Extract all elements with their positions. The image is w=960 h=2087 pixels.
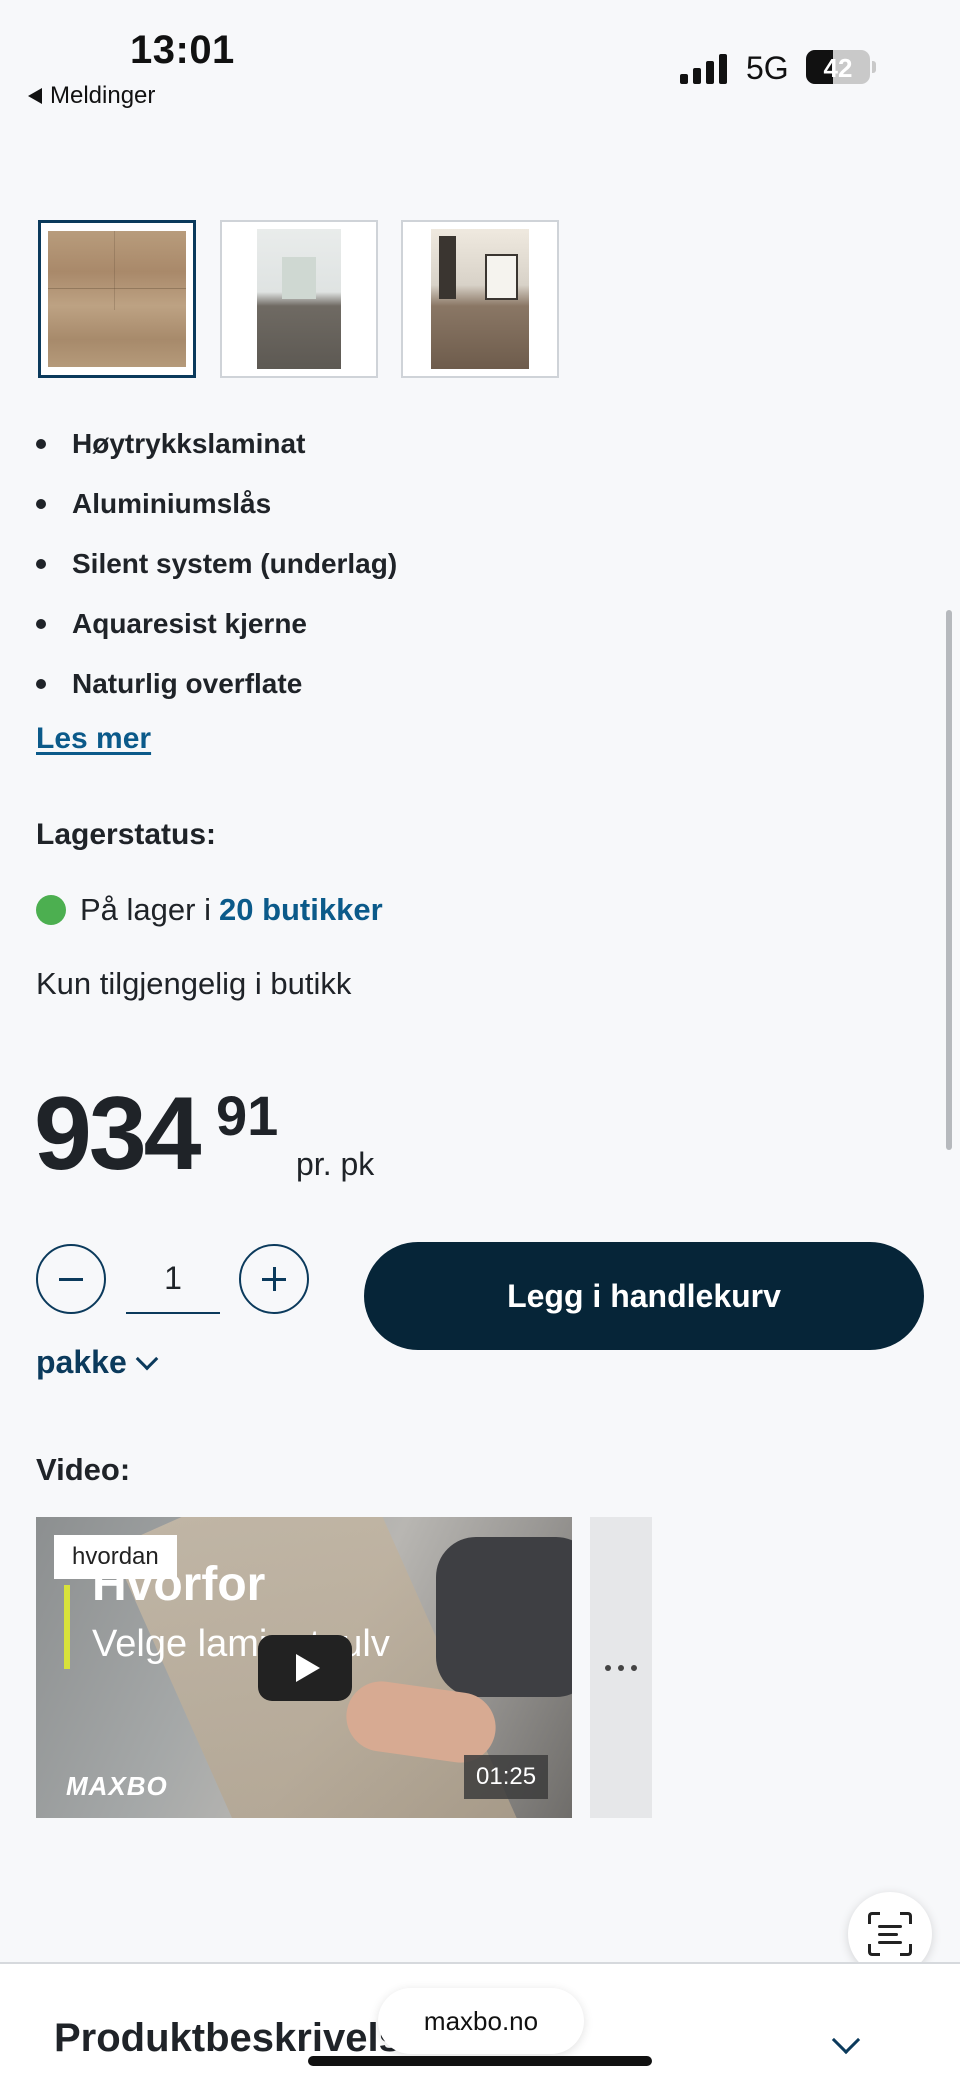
living-room-image <box>431 229 529 369</box>
thumbnail-2[interactable] <box>220 220 378 378</box>
thumbnail-3[interactable] <box>401 220 559 378</box>
url-bar[interactable]: maxbo.no <box>378 1988 584 2054</box>
read-more-link[interactable]: Les mer <box>36 722 151 756</box>
feature-item: Aquaresist kjerne <box>36 600 397 660</box>
price-integer: 934 <box>34 1076 202 1192</box>
more-videos-button[interactable] <box>590 1517 652 1818</box>
availability-text: Kun tilgjengelig i butikk <box>36 966 352 1001</box>
chevron-down-icon <box>135 1347 159 1370</box>
signal-icon <box>680 52 727 84</box>
battery-icon: 42 <box>806 50 870 84</box>
minus-icon <box>59 1277 83 1281</box>
decrease-quantity-button[interactable] <box>36 1244 106 1314</box>
plus-icon <box>262 1267 286 1291</box>
stock-row: På lager i 20 butikker <box>36 892 383 928</box>
video-player[interactable]: Hvorfor Velge laminatgulv hvordan MAXBO … <box>36 1517 572 1818</box>
price-unit: pr. pk <box>296 1146 375 1182</box>
network-type: 5G <box>746 50 789 86</box>
in-stock-indicator <box>36 895 66 925</box>
stock-prefix: På lager i <box>80 892 211 927</box>
play-button[interactable] <box>258 1635 352 1701</box>
back-arrow-icon <box>28 88 42 104</box>
video-section-title: Video: <box>36 1452 131 1487</box>
feature-item: Høytrykkslaminat <box>36 420 397 480</box>
battery-tip <box>872 61 876 73</box>
stock-title: Lagerstatus: <box>36 818 217 851</box>
stores-link[interactable]: 20 butikker <box>219 892 383 928</box>
price-decimals: 91 <box>216 1084 279 1147</box>
feature-item: Silent system (underlag) <box>36 540 397 600</box>
video-duration: 01:25 <box>464 1755 549 1799</box>
scrollbar[interactable] <box>946 610 952 1150</box>
home-indicator[interactable] <box>308 2056 652 2066</box>
back-label: Meldinger <box>50 82 156 109</box>
more-icon <box>605 1664 637 1671</box>
video-tag: hvordan <box>54 1535 177 1579</box>
thumbnail-1[interactable] <box>38 220 196 378</box>
increase-quantity-button[interactable] <box>239 1244 309 1314</box>
battery-level: 42 <box>823 53 853 83</box>
play-icon <box>296 1654 320 1682</box>
brand-logo: MAXBO <box>66 1771 168 1801</box>
add-to-cart-button[interactable]: Legg i handlekurv <box>364 1242 924 1350</box>
status-time: 13:01 <box>130 28 235 72</box>
feature-item: Aluminiumslås <box>36 480 397 540</box>
unit-select[interactable]: pakke <box>36 1344 159 1381</box>
scan-text-icon <box>868 1912 912 1956</box>
back-to-messages[interactable]: Meldinger <box>28 82 155 110</box>
quantity-input[interactable]: 1 <box>126 1242 220 1314</box>
feature-list: Høytrykkslaminat Aluminiumslås Silent sy… <box>36 420 397 720</box>
laminate-closeup-image <box>48 231 186 367</box>
unit-select-label: pakke <box>36 1344 127 1380</box>
feature-item: Naturlig overflate <box>36 660 397 720</box>
product-description-title[interactable]: Produktbeskrivelse <box>54 2016 423 2061</box>
hallway-image <box>257 229 341 369</box>
